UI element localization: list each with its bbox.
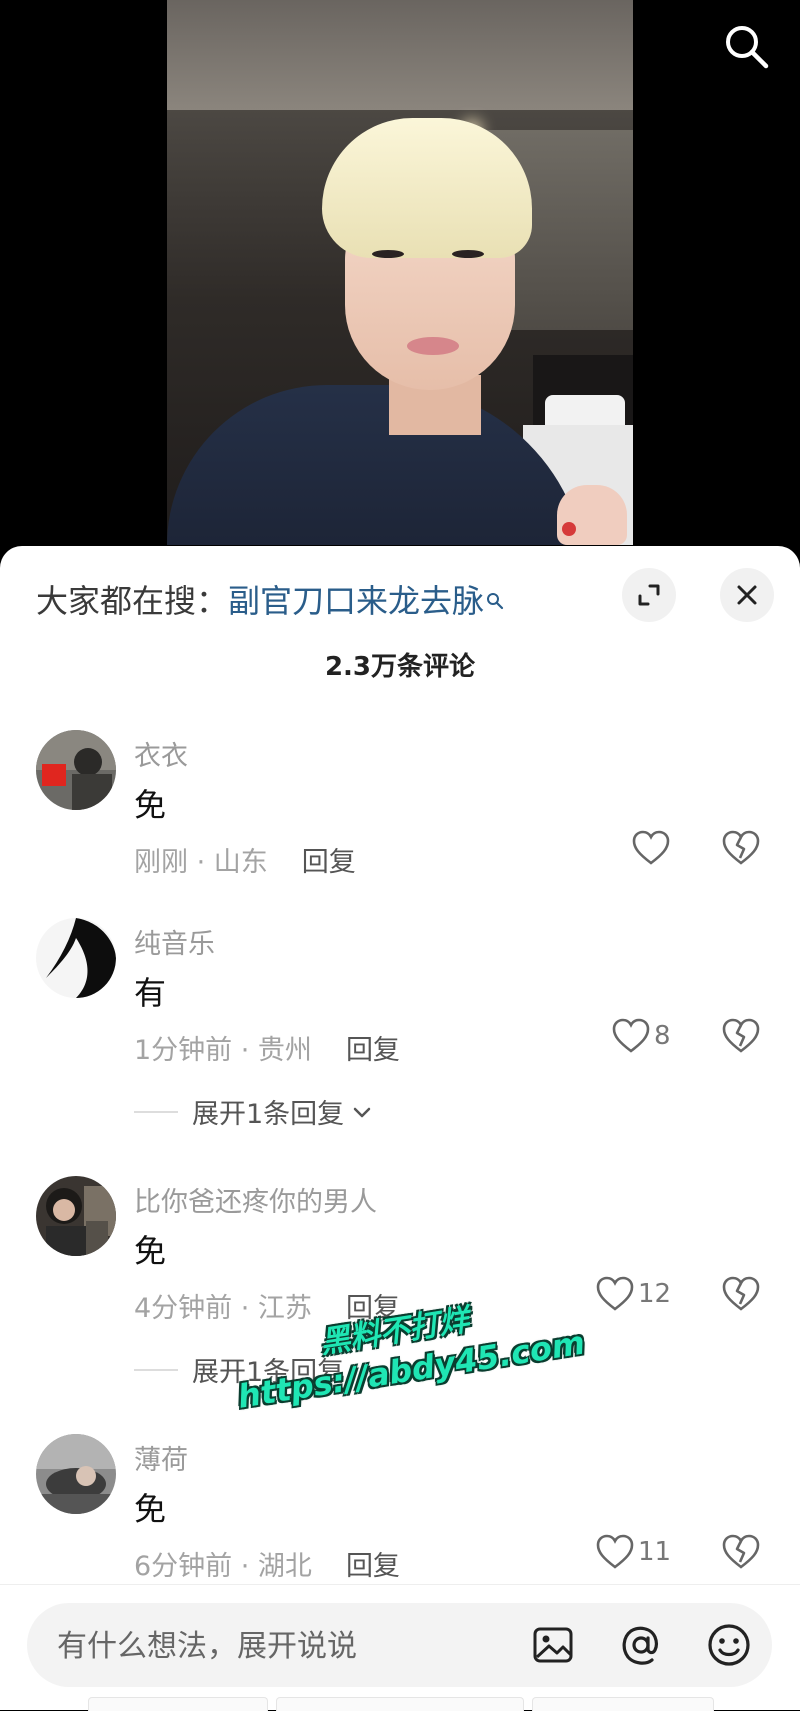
reply-button[interactable]: 回复 [346,1293,400,1324]
comment-text: 免 [134,1232,167,1270]
broken-heart-icon [722,1276,760,1311]
heart-icon [612,1018,650,1053]
avatar[interactable] [36,1434,116,1514]
comment-input-bar [0,1584,800,1711]
expand-icon [638,584,660,606]
close-button[interactable] [720,568,774,622]
broken-heart-icon [722,1018,760,1053]
comment-username[interactable]: 比你爸还疼你的男人 [134,1180,377,1219]
search-icon [726,26,769,69]
comment-meta: 4分钟前 · 江苏 回复 [134,1286,400,1325]
expand-replies-button[interactable]: 展开1条回复 [134,1350,344,1389]
search-button[interactable] [718,18,774,74]
video-person-shirt [167,385,587,545]
like-count: 11 [638,1537,672,1567]
close-icon [737,585,757,605]
comment-sheet-header: 大家都在搜：副官刀口来龙去脉 [0,546,800,646]
reply-button[interactable]: 回复 [302,847,356,878]
dislike-button[interactable] [722,830,760,870]
broken-heart-icon [722,830,760,865]
emoji-icon [708,1624,750,1666]
avatar[interactable] [36,1176,116,1256]
video-ceiling [167,0,633,110]
at-mention-icon [622,1626,659,1665]
video-person-hair [322,118,532,258]
emoji-button[interactable] [705,1621,753,1669]
avatar[interactable] [36,918,116,998]
image-icon [533,1627,573,1663]
comment-meta: 1分钟前 · 贵州 回复 [134,1028,400,1067]
comment-text: 有 [134,974,167,1012]
trending-prefix: 大家都在搜： [36,582,229,620]
comment-meta: 6分钟前 · 湖北 回复 [134,1544,400,1583]
dislike-button[interactable] [722,1276,760,1316]
broken-heart-icon [722,1534,760,1569]
comment-time-location: 4分钟前 · 江苏 [134,1293,312,1324]
expand-replies-label: 展开1条回复 [192,1099,345,1130]
small-search-icon [486,580,504,618]
chevron-down-icon [353,1107,371,1117]
comment-time-location: 1分钟前 · 贵州 [134,1035,312,1066]
comment-meta: 刚刚 · 山东 回复 [134,840,356,879]
like-button[interactable]: 8 [612,1018,671,1054]
comment-username[interactable]: 薄荷 [134,1438,188,1477]
like-count: 12 [638,1279,672,1309]
bottom-edge-tabs [0,1697,800,1711]
comment-sheet: 大家都在搜：副官刀口来龙去脉 2.3万条评论 衣衣 免 刚刚 · 山东 回复 纯… [0,546,800,1709]
heart-icon [632,830,670,865]
expand-divider [134,1368,178,1371]
comment-time-location: 6分钟前 · 湖北 [134,1551,312,1582]
comment-input[interactable] [55,1603,509,1689]
trending-search: 大家都在搜：副官刀口来龙去脉 [36,576,504,622]
comment-time-location: 刚刚 · 山东 [134,847,268,878]
comment-count: 2.3万条评论 [324,652,476,682]
video-person-hand [557,485,627,545]
like-count: 8 [654,1021,671,1051]
video-person-lips [407,337,459,355]
video-person-eye-right [452,250,484,258]
dislike-button[interactable] [722,1018,760,1058]
video-person-nail [562,522,576,536]
comment-input-box[interactable] [27,1603,772,1689]
reply-button[interactable]: 回复 [346,1551,400,1582]
video-frame[interactable] [167,0,633,545]
comment-username[interactable]: 衣衣 [134,734,188,773]
video-area[interactable] [0,0,800,560]
video-person-eye-left [372,250,404,258]
heart-icon [596,1276,634,1311]
expand-button[interactable] [622,568,676,622]
dislike-button[interactable] [722,1534,760,1574]
like-button[interactable]: 12 [596,1276,671,1312]
like-button[interactable]: 11 [596,1534,671,1570]
expand-replies-label: 展开1条回复 [192,1357,345,1388]
comment-username[interactable]: 纯音乐 [134,922,215,961]
heart-icon [596,1534,634,1569]
mention-button[interactable] [617,1621,665,1669]
expand-replies-button[interactable]: 展开1条回复 [134,1092,374,1131]
image-button[interactable] [529,1621,577,1669]
avatar[interactable] [36,730,116,810]
reply-button[interactable]: 回复 [346,1035,400,1066]
expand-divider [134,1110,178,1113]
like-button[interactable] [632,830,674,866]
trending-query-link[interactable]: 副官刀口来龙去脉 [228,582,484,620]
comment-text: 免 [134,1490,167,1528]
comment-text: 免 [134,786,167,824]
